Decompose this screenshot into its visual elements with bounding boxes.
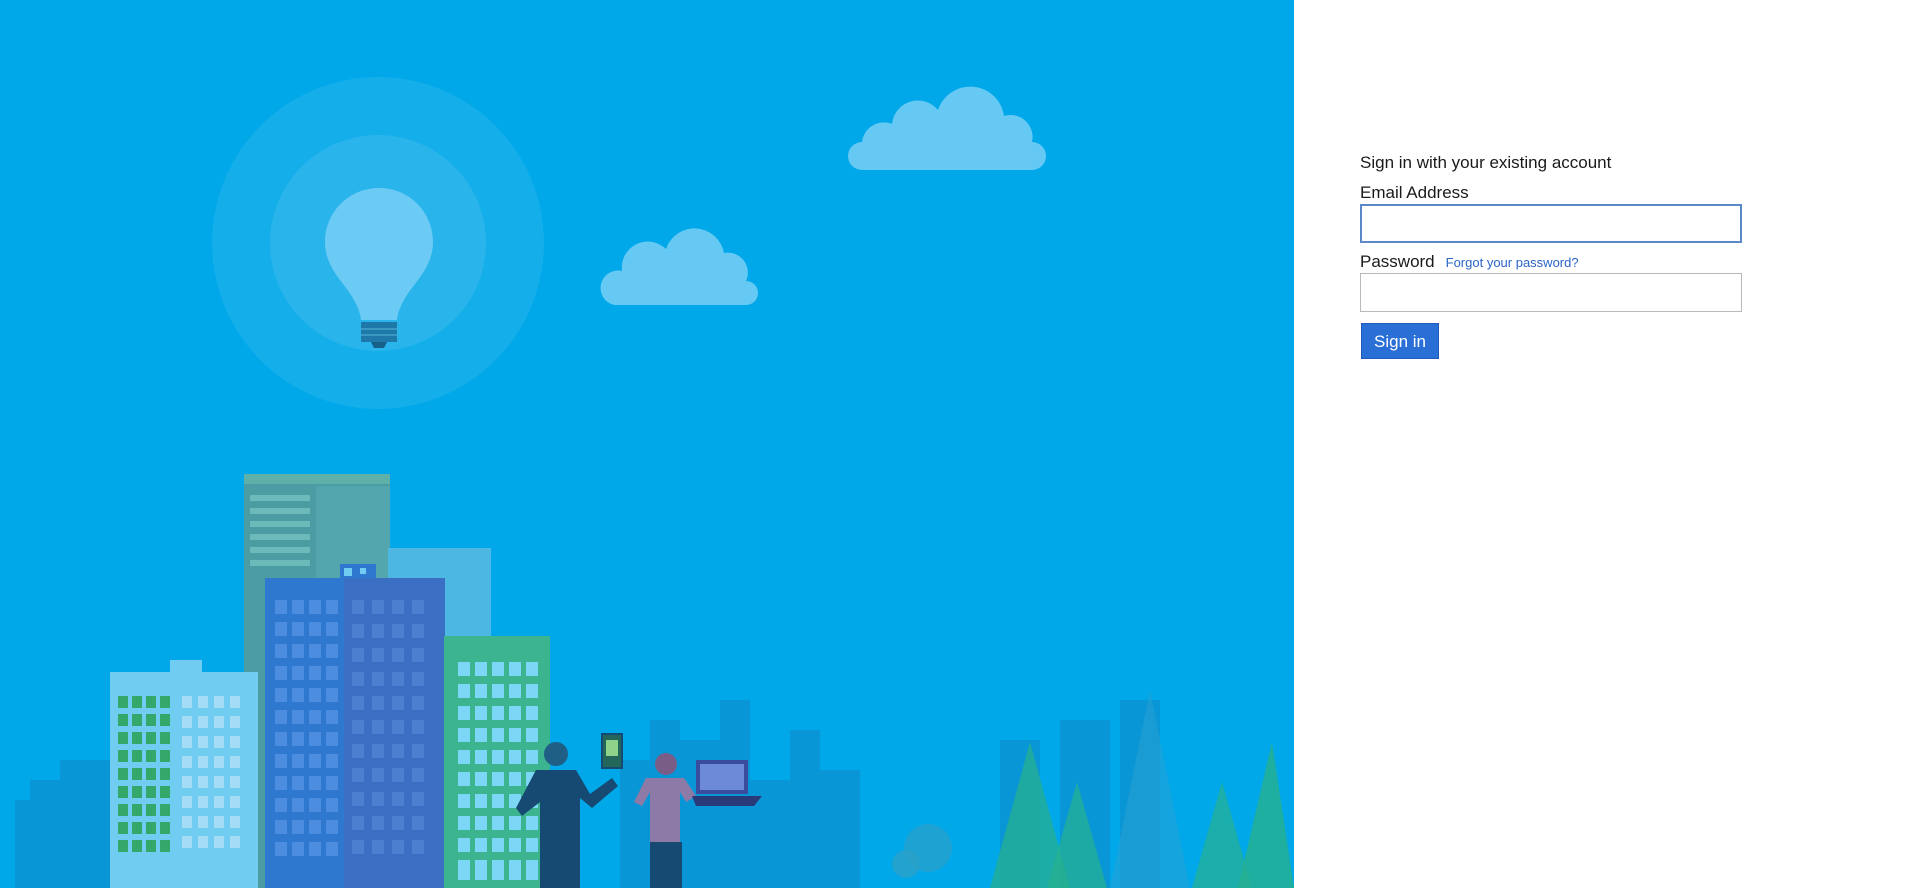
cloud-icon <box>600 228 758 305</box>
email-field[interactable] <box>1360 204 1742 243</box>
password-label: Password <box>1360 252 1435 271</box>
forgot-password-link[interactable]: Forgot your password? <box>1446 255 1579 270</box>
building <box>444 636 550 888</box>
sign-in-panel: Sign in with your existing account Email… <box>1294 0 1920 888</box>
hero-illustration <box>0 0 1294 888</box>
sign-in-button[interactable]: Sign in <box>1361 323 1439 359</box>
building <box>265 564 445 888</box>
sign-in-heading: Sign in with your existing account <box>1360 153 1612 172</box>
building <box>110 660 258 888</box>
email-label: Email Address <box>1360 183 1469 202</box>
cloud-icon <box>848 86 1046 170</box>
sign-in-form: Sign in with your existing account Email… <box>1360 152 1744 359</box>
password-field[interactable] <box>1360 273 1742 312</box>
city-illustration <box>15 77 1294 888</box>
